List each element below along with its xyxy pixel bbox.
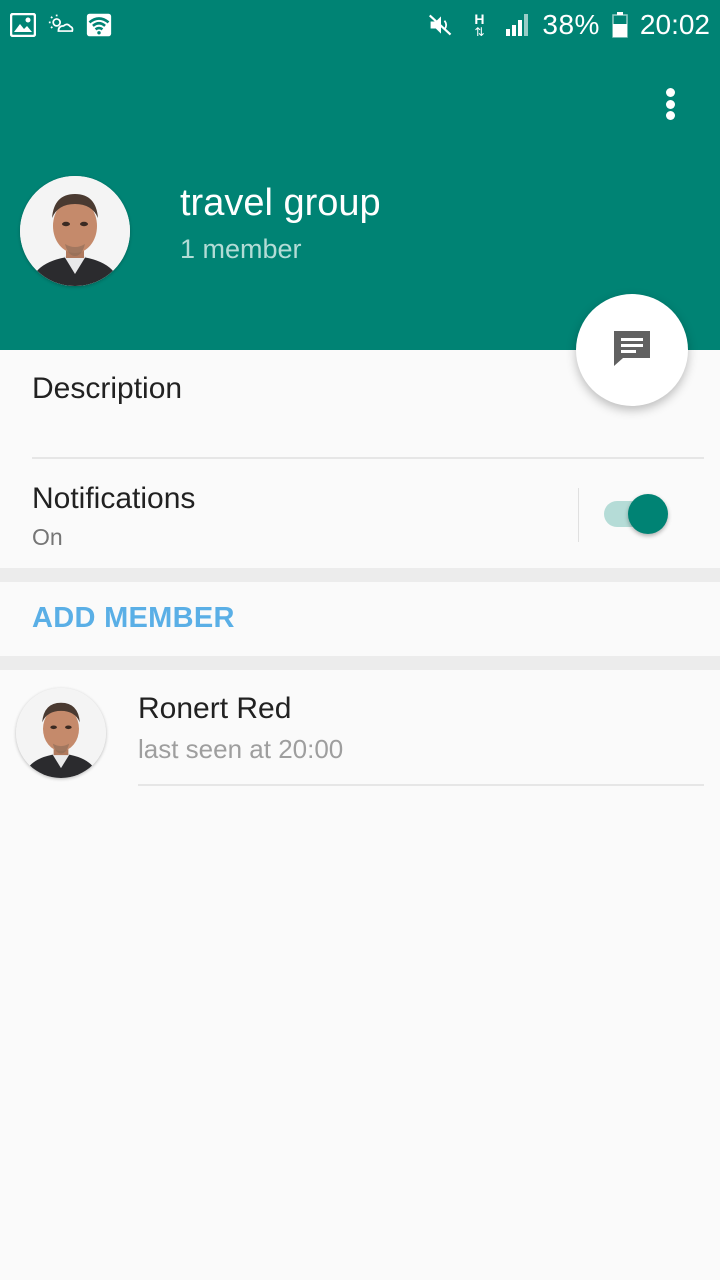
signal-icon (504, 12, 530, 38)
divider (138, 784, 704, 786)
group-title: travel group (180, 182, 381, 224)
member-list-item[interactable]: Ronert Red last seen at 20:00 (0, 670, 720, 786)
battery-icon (612, 12, 628, 38)
vertical-divider (578, 488, 579, 542)
member-last-seen: last seen at 20:00 (138, 734, 344, 764)
section-gap (0, 656, 720, 670)
group-avatar[interactable] (20, 176, 130, 286)
member-avatar (16, 688, 106, 778)
network-type-icon: H ⇅ (474, 11, 485, 39)
notifications-state: On (32, 524, 63, 550)
member-count: 1 member (180, 234, 302, 264)
more-options-icon[interactable] (646, 84, 694, 124)
add-member-button[interactable]: ADD MEMBER (32, 602, 235, 635)
weather-icon (48, 12, 74, 38)
status-bar: H ⇅ 38% 20:02 (0, 0, 720, 50)
description-row[interactable]: Description (0, 350, 720, 458)
wifi-icon (86, 12, 112, 38)
gallery-icon (10, 12, 36, 38)
notifications-label: Notifications (32, 482, 196, 515)
divider (32, 457, 704, 459)
toggle-thumb (628, 494, 668, 534)
section-gap (0, 568, 720, 582)
notifications-row[interactable]: Notifications On (0, 460, 720, 568)
notifications-toggle[interactable] (604, 494, 670, 534)
mute-icon (428, 12, 454, 38)
clock: 20:02 (639, 9, 710, 40)
member-name: Ronert Red (138, 692, 292, 725)
description-label: Description (32, 372, 183, 405)
battery-percent: 38% (542, 9, 600, 40)
